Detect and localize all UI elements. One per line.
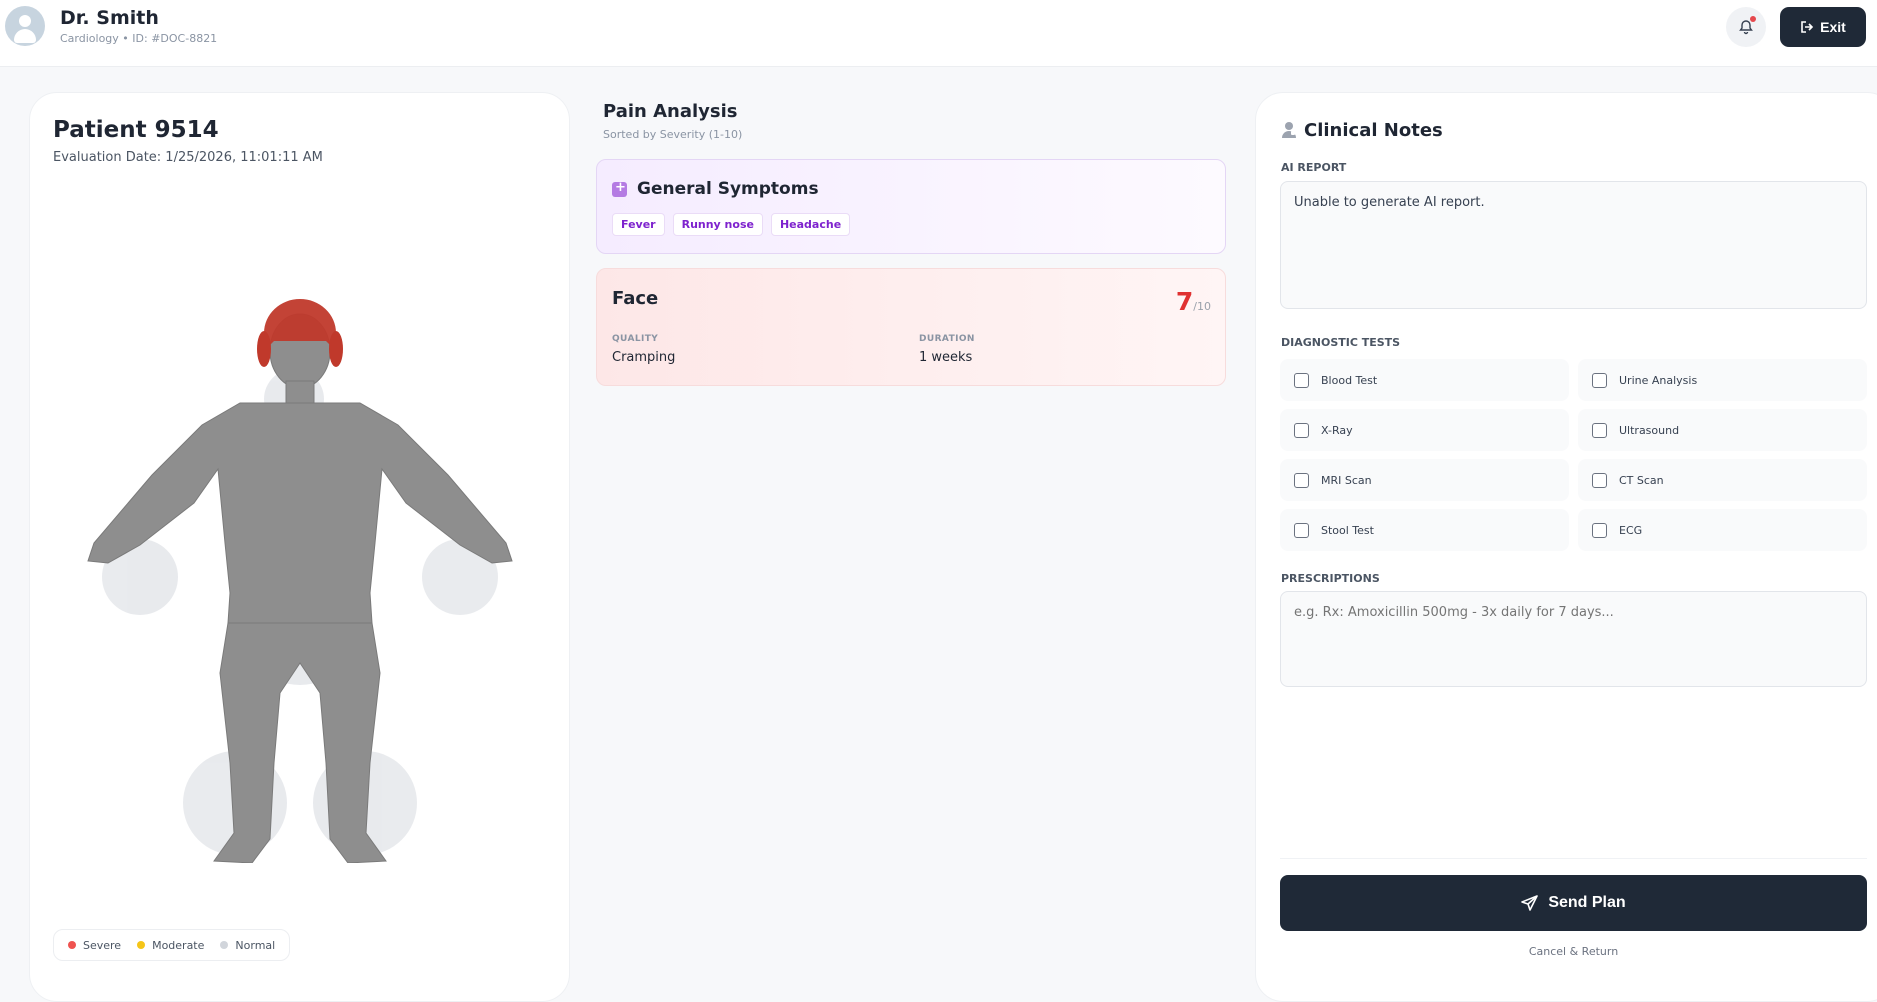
legend-label: Moderate [152, 938, 205, 952]
test-option-urine[interactable]: Urine Analysis [1578, 359, 1867, 401]
body-model-viewer[interactable] [30, 243, 571, 863]
doctor-subtitle: Cardiology • ID: #DOC-8821 [60, 32, 218, 45]
test-label: Ultrasound [1619, 423, 1680, 437]
checkbox[interactable] [1592, 422, 1607, 438]
duration-value: 1 weeks [919, 350, 973, 365]
test-option-ultrasound[interactable]: Ultrasound [1578, 409, 1867, 451]
doctor-avatar [5, 6, 45, 46]
prescriptions-input[interactable] [1280, 591, 1867, 687]
quality-value: Cramping [612, 350, 676, 365]
notification-button[interactable] [1726, 7, 1766, 47]
prescriptions-label: PRESCRIPTIONS [1281, 572, 1380, 585]
send-icon [1521, 894, 1539, 911]
checkbox[interactable] [1294, 472, 1309, 488]
test-label: Blood Test [1321, 373, 1378, 387]
legend-label: Severe [83, 938, 122, 952]
checkbox[interactable] [1294, 422, 1309, 438]
test-option-mri[interactable]: MRI Scan [1280, 459, 1569, 501]
checkbox[interactable] [1592, 522, 1607, 538]
divider [1280, 858, 1867, 859]
test-label: Stool Test [1321, 523, 1374, 537]
legend-item-normal: Normal [220, 939, 275, 952]
clinical-notes-title: Clinical Notes [1304, 120, 1443, 141]
pain-score: 7 /10 [1176, 287, 1211, 316]
exit-label: Exit [1820, 19, 1846, 35]
face-pain-card[interactable]: Face 7 /10 QUALITY Cramping DURATION 1 w… [596, 268, 1226, 386]
pain-analysis-title: Pain Analysis [603, 101, 738, 122]
cancel-return-link[interactable]: Cancel & Return [1280, 945, 1867, 958]
patient-panel: Patient 9514 Evaluation Date: 1/25/2026,… [29, 92, 570, 1002]
test-label: MRI Scan [1321, 473, 1372, 487]
pain-analysis-subtitle: Sorted by Severity (1-10) [603, 128, 743, 141]
evaluation-date: Evaluation Date: 1/25/2026, 11:01:11 AM [53, 150, 323, 165]
checkbox[interactable] [1592, 472, 1607, 488]
clinical-notes-panel: Clinical Notes AI REPORT Unable to gener… [1255, 92, 1877, 1002]
checkbox[interactable] [1294, 372, 1309, 388]
send-plan-button[interactable]: Send Plan [1280, 875, 1867, 931]
checkbox[interactable] [1294, 522, 1309, 538]
top-header: Dr. Smith Cardiology • ID: #DOC-8821 Exi… [0, 0, 1877, 67]
legend-item-moderate: Moderate [137, 939, 204, 952]
quality-label: QUALITY [612, 334, 659, 344]
diagnostic-tests-label: DIAGNOSTIC TESTS [1281, 336, 1401, 349]
legend-item-severe: Severe [68, 939, 121, 952]
general-symptoms-title: General Symptoms [637, 179, 819, 199]
test-option-ecg[interactable]: ECG [1578, 509, 1867, 551]
pain-region-title: Face [612, 288, 659, 309]
pain-score-max: /10 [1193, 300, 1211, 313]
notification-badge [1750, 16, 1756, 22]
doctor-name: Dr. Smith [60, 7, 159, 29]
test-label: ECG [1619, 523, 1643, 537]
checkbox[interactable] [1592, 372, 1607, 388]
symptom-tags: Fever Runny nose Headache [612, 213, 851, 236]
pain-quality: QUALITY Cramping [612, 334, 675, 365]
test-label: X-Ray [1321, 423, 1353, 437]
pain-score-value: 7 [1175, 287, 1194, 316]
pain-duration: DURATION 1 weeks [919, 334, 975, 365]
duration-label: DURATION [919, 334, 975, 344]
legend-label: Normal [235, 938, 276, 952]
doctor-icon [1282, 122, 1296, 138]
test-option-xray[interactable]: X-Ray [1280, 409, 1569, 451]
symptom-tag: Runny nose [672, 213, 763, 236]
general-symptoms-card: General Symptoms Fever Runny nose Headac… [596, 159, 1226, 254]
severity-legend: Severe Moderate Normal [53, 929, 291, 961]
symptoms-icon [612, 180, 627, 197]
ai-report-box[interactable]: Unable to generate AI report. [1280, 181, 1867, 309]
test-option-blood[interactable]: Blood Test [1280, 359, 1569, 401]
test-option-stool[interactable]: Stool Test [1280, 509, 1569, 551]
ai-report-label: AI REPORT [1281, 161, 1347, 174]
diagnostic-tests-grid: Blood Test Urine Analysis X-Ray Ultrasou… [1280, 359, 1867, 551]
patient-title: Patient 9514 [53, 117, 219, 143]
exit-button[interactable]: Exit [1780, 7, 1866, 47]
symptom-tag: Headache [770, 213, 851, 236]
test-label: Urine Analysis [1619, 373, 1698, 387]
logout-icon [1801, 21, 1814, 33]
symptom-tag: Fever [612, 213, 665, 236]
test-label: CT Scan [1619, 473, 1664, 487]
test-option-ct[interactable]: CT Scan [1578, 459, 1867, 501]
send-plan-label: Send Plan [1548, 894, 1626, 911]
